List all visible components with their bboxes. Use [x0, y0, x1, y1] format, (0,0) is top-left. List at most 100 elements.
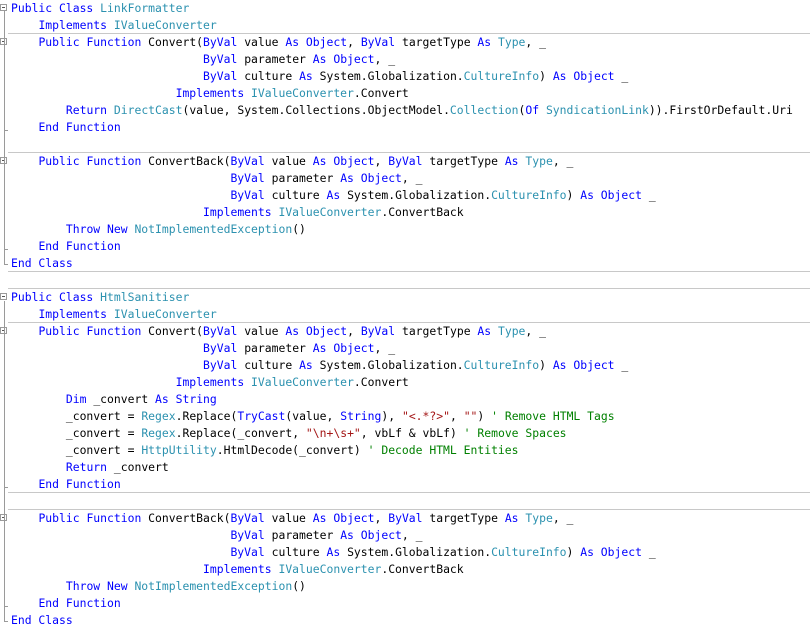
code-line-text: ByVal culture As System.Globalization.Cu… — [11, 187, 656, 204]
code-token: HtmlSanitiser — [100, 290, 190, 304]
code-token: culture — [271, 545, 327, 559]
code-line: Return _convert — [0, 459, 810, 476]
code-token: ByVal — [203, 69, 245, 83]
code-token: LinkFormatter — [100, 1, 190, 15]
code-token: .Replace( — [175, 409, 238, 423]
code-line-text: _convert = Regex.Replace(_convert, "\n+\… — [11, 425, 567, 442]
code-token: NotImplementedException — [134, 579, 293, 593]
code-token: As — [477, 35, 498, 49]
code-token: ' Remove Spaces — [463, 426, 567, 440]
code-token: IValueConverter — [278, 562, 382, 576]
code-token: Public Function — [38, 35, 149, 49]
code-token: ByVal — [203, 341, 245, 355]
code-token: Public Function — [38, 154, 149, 168]
code-token: Implements — [38, 18, 114, 32]
code-token: parameter — [244, 52, 313, 66]
code-token: "<.*?>" — [401, 409, 450, 423]
code-token: ) — [539, 358, 553, 372]
code-line: Implements IValueConverter.Convert — [0, 85, 810, 102]
code-token: .ConvertBack — [381, 562, 464, 576]
code-line: End Function — [0, 595, 810, 612]
code-token: As Object — [552, 69, 622, 83]
code-line-text: Return DirectCast(value, System.Collecti… — [11, 102, 793, 119]
code-token: Collection — [449, 103, 519, 117]
code-token: Dim — [65, 392, 94, 406]
code-token: culture — [244, 358, 300, 372]
code-line: Public Class HtmlSanitiser — [0, 289, 810, 306]
code-line: End Function — [0, 119, 810, 136]
code-line-text: ByVal culture As System.Globalization.Cu… — [11, 357, 628, 374]
code-token: IValueConverter — [113, 307, 217, 321]
code-token: value — [244, 324, 286, 338]
outline-end-tick — [4, 621, 8, 622]
code-editor[interactable]: Public Class LinkFormatter Implements IV… — [0, 0, 810, 626]
code-token: .ConvertBack — [381, 205, 464, 219]
code-token: Return — [65, 103, 114, 117]
code-line: ByVal culture As System.Globalization.Cu… — [0, 187, 810, 204]
code-token: , — [347, 35, 361, 49]
code-token: .Replace(_convert, — [175, 426, 306, 440]
code-line: _convert = Regex.Replace(_convert, "\n+\… — [0, 425, 810, 442]
code-token: CultureInfo — [491, 545, 567, 559]
code-token: ConvertBack( — [148, 511, 231, 525]
code-line: End Function — [0, 238, 810, 255]
code-token: Type — [525, 154, 553, 168]
code-token: Implements — [38, 307, 114, 321]
collapse-toggle[interactable] — [0, 4, 7, 11]
code-token: String — [340, 409, 382, 423]
code-token: As Object — [580, 545, 649, 559]
code-token: (value, System.Collections.ObjectModel. — [182, 103, 450, 117]
code-token: _ — [621, 69, 629, 83]
code-line-text: Public Class LinkFormatter — [11, 0, 189, 17]
code-token: ) — [477, 409, 492, 423]
code-token: , _ — [374, 341, 396, 355]
code-line-text: Implements IValueConverter.Convert — [11, 374, 409, 391]
code-token: End Class — [11, 256, 73, 270]
method-separator — [8, 271, 810, 272]
code-token: _ — [648, 188, 656, 202]
code-token: ByVal — [360, 324, 402, 338]
code-token: targetType — [429, 154, 505, 168]
code-token: As — [326, 545, 348, 559]
code-token: IValueConverter — [251, 375, 354, 389]
code-line-text: Throw New NotImplementedException() — [11, 578, 306, 595]
code-line: Implements IValueConverter — [0, 17, 810, 34]
code-token: .Convert — [353, 86, 409, 100]
collapse-toggle[interactable] — [0, 293, 7, 300]
code-line: Dim _convert As String — [0, 391, 810, 408]
code-token: , _ — [525, 324, 546, 338]
code-line-text: End Class — [11, 255, 73, 272]
code-line: Public Function Convert(ByVal value As O… — [0, 34, 810, 51]
code-token: , _ — [374, 52, 396, 66]
code-line: End Function — [0, 476, 810, 493]
code-token: ByVal — [203, 52, 245, 66]
code-token: "" — [463, 409, 478, 423]
code-token: culture — [271, 188, 327, 202]
code-token: Type — [497, 324, 526, 338]
method-separator — [8, 33, 810, 34]
code-line-text: End Class — [11, 612, 73, 626]
code-token: _convert = — [11, 426, 142, 440]
code-token: , — [449, 409, 464, 423]
code-token: As — [299, 69, 320, 83]
code-line-text: Implements IValueConverter.Convert — [11, 85, 409, 102]
code-line-text: Public Function Convert(ByVal value As O… — [11, 323, 546, 340]
code-token: Implements — [203, 205, 279, 219]
code-token: As — [504, 511, 526, 525]
code-token: ) — [539, 69, 553, 83]
code-token: () — [292, 579, 306, 593]
